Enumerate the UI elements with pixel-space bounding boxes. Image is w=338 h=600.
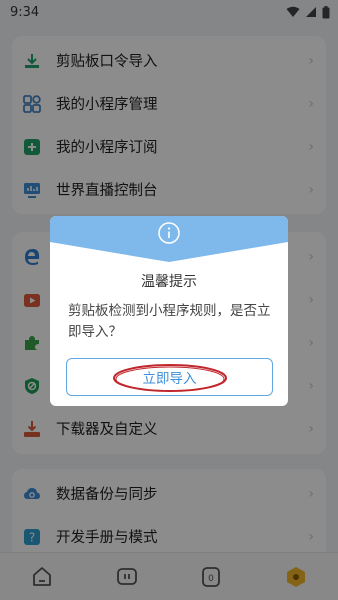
import-now-button[interactable]: 立即导入 xyxy=(66,358,273,396)
import-dialog: 温馨提示 剪贴板检测到小程序规则，是否立即导入？ 立即导入 xyxy=(50,216,288,406)
annotation-ellipse xyxy=(113,364,227,392)
dialog-title: 温馨提示 xyxy=(141,274,197,290)
dialog-message: 剪贴板检测到小程序规则，是否立即导入？ xyxy=(68,303,271,340)
info-icon xyxy=(158,222,180,244)
